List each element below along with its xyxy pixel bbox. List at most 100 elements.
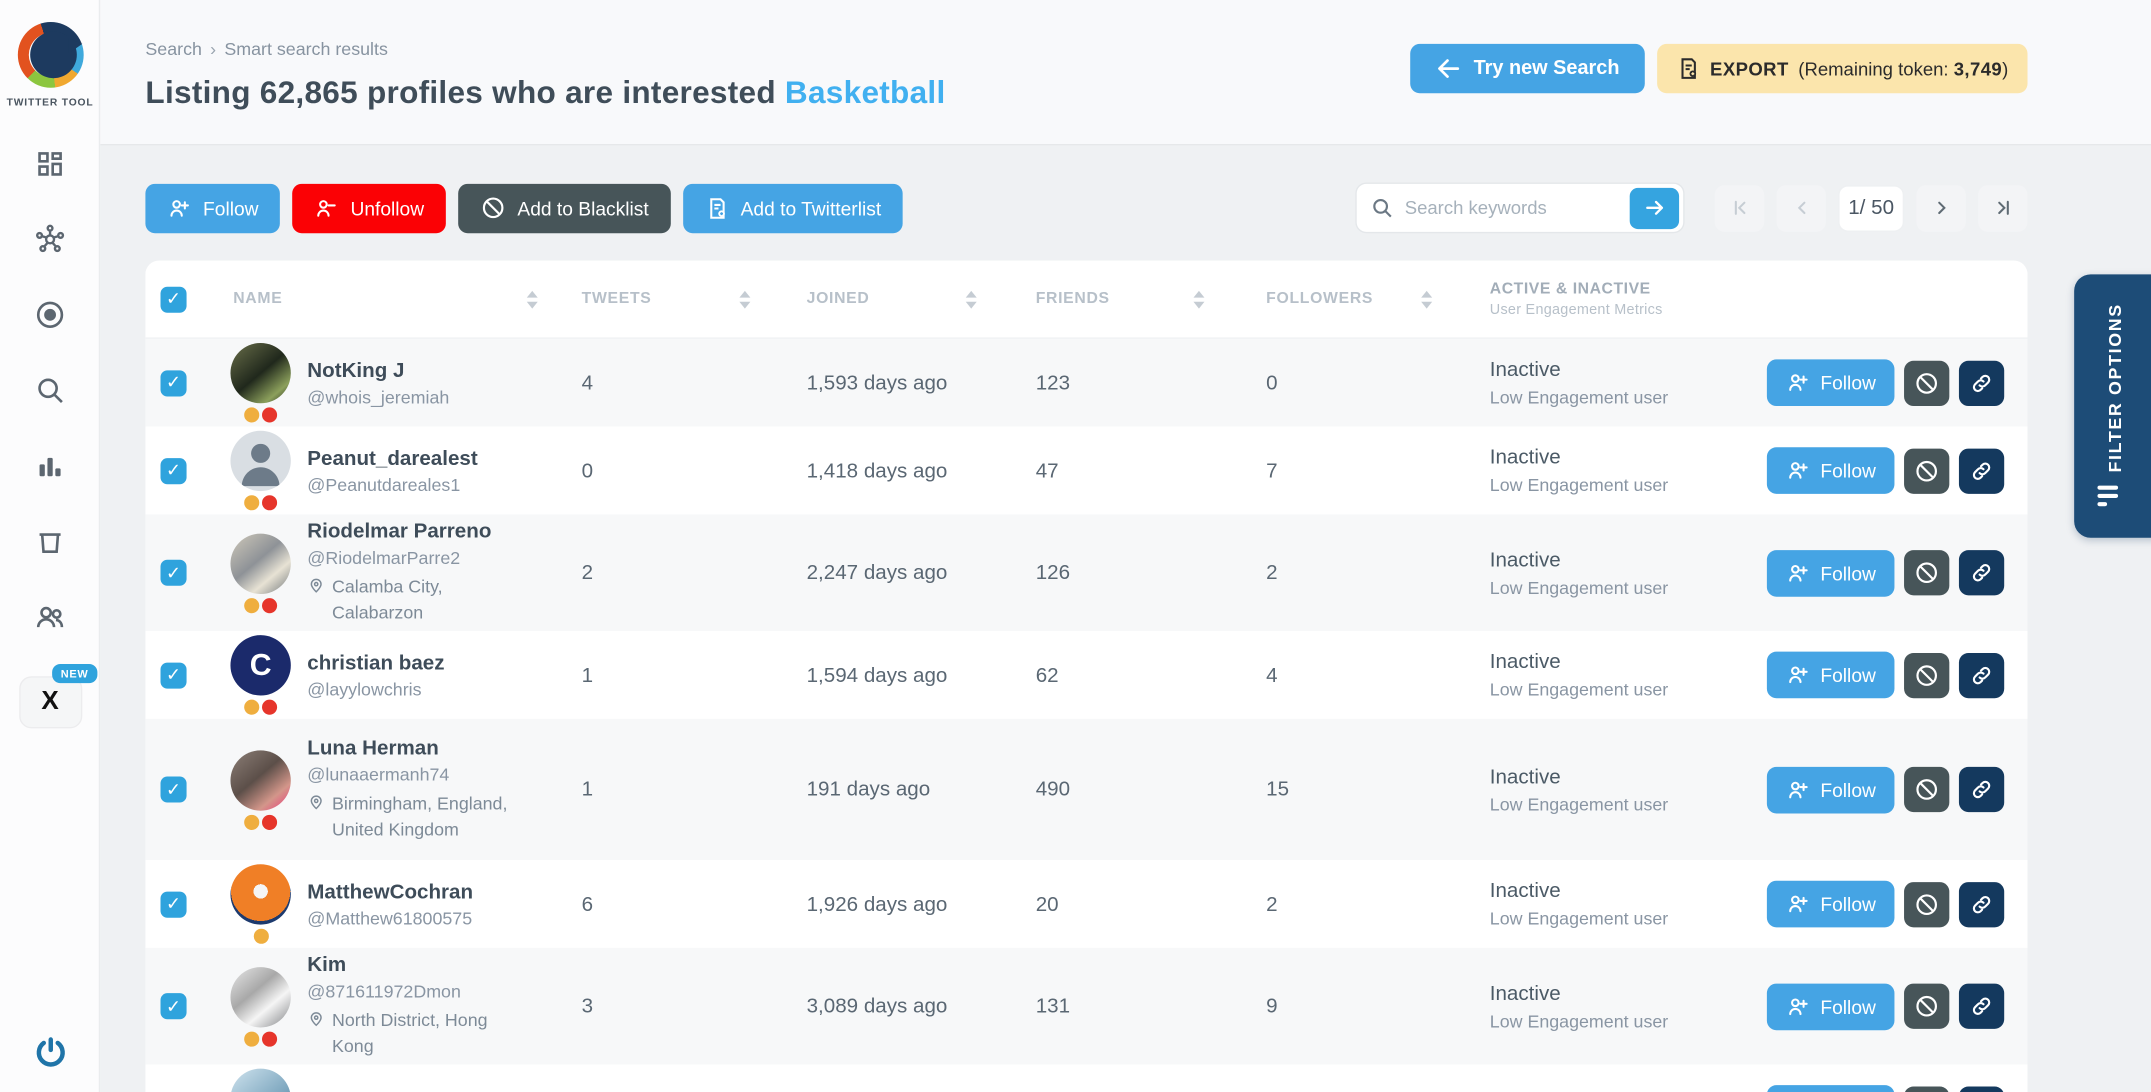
row-blacklist-button[interactable] (1905, 984, 1950, 1029)
row-follow-button[interactable]: Follow (1767, 1085, 1895, 1092)
ban-icon (1914, 776, 1940, 802)
row-blacklist-button[interactable] (1905, 360, 1950, 405)
breadcrumb-section[interactable]: Search (145, 38, 202, 59)
row-follow-button[interactable]: Follow (1767, 652, 1895, 699)
export-button[interactable]: EXPORT (Remaining token: 3,749) (1657, 44, 2028, 93)
table-row: ✓Cchristian baez@layylowchris11,594 days… (145, 631, 2027, 719)
location-pin-icon (307, 792, 325, 810)
table-row: ✓Kim@871611972DmonNorth District, Hong K… (145, 948, 2027, 1065)
row-checkbox[interactable]: ✓ (161, 370, 187, 396)
search-submit-button[interactable] (1630, 187, 1679, 228)
analytics-icon[interactable] (34, 450, 66, 482)
profile-cell: Jamal King (211, 1069, 557, 1092)
select-all-checkbox[interactable]: ✓ (161, 286, 187, 312)
add-to-twitterlist-button[interactable]: Add to Twitterlist (683, 183, 903, 232)
dashboard-icon[interactable] (34, 148, 66, 180)
row-blacklist-button[interactable] (1905, 448, 1950, 493)
status-detail: Low Engagement user (1490, 679, 1751, 700)
profile-name: Luna Herman (307, 736, 526, 759)
row-follow-button[interactable]: Follow (1767, 881, 1895, 928)
unfollow-bulk-button[interactable]: Unfollow (293, 183, 446, 232)
row-checkbox[interactable]: ✓ (161, 993, 187, 1019)
first-page-button[interactable] (1715, 185, 1764, 232)
sort-followers[interactable] (1421, 290, 1432, 308)
engagement-dot (244, 597, 259, 612)
row-checkbox[interactable]: ✓ (161, 776, 187, 802)
ban-icon (1914, 370, 1940, 396)
network-icon[interactable] (34, 224, 66, 256)
trash-icon[interactable] (34, 525, 66, 557)
add-to-blacklist-button[interactable]: Add to Blacklist (458, 183, 670, 232)
row-checkbox[interactable]: ✓ (161, 457, 187, 483)
sort-tweets[interactable] (739, 290, 750, 308)
logout-button[interactable] (0, 1034, 100, 1070)
profile-name: MatthewCochran (307, 880, 473, 903)
status-detail: Low Engagement user (1490, 475, 1751, 496)
next-page-button[interactable] (1916, 185, 1965, 232)
table-row: ✓MatthewCochran@Matthew6180057561,926 da… (145, 860, 2027, 948)
row-blacklist-button[interactable] (1905, 652, 1950, 697)
row-checkbox[interactable]: ✓ (161, 891, 187, 917)
link-icon (1971, 995, 1994, 1018)
engagement-dots (244, 597, 277, 612)
engagement-dots (244, 1031, 277, 1046)
row-blacklist-button[interactable] (1905, 1086, 1950, 1092)
engagement-dots (244, 407, 277, 422)
sort-friends[interactable] (1193, 290, 1204, 308)
row-profile-link-button[interactable] (1960, 984, 2005, 1029)
sort-joined[interactable] (966, 290, 977, 308)
status-detail: Low Engagement user (1490, 794, 1751, 815)
col-followers: FOLLOWERS (1266, 291, 1373, 307)
row-checkbox[interactable]: ✓ (161, 560, 187, 586)
location-pin-icon (307, 1009, 325, 1027)
twitter-tool-logo-icon (17, 22, 83, 88)
last-page-button[interactable] (1978, 185, 2027, 232)
export-note: (Remaining token: 3,749) (1798, 58, 2008, 79)
col-joined: JOINED (807, 291, 870, 307)
row-follow-button[interactable]: Follow (1767, 549, 1895, 596)
sort-name[interactable] (527, 290, 538, 308)
row-checkbox[interactable]: ✓ (161, 662, 187, 688)
avatar-block (230, 1069, 290, 1092)
results-table: ✓ NAME TWEETS JOINED FRIENDS FOLLOWERS A… (145, 261, 2027, 1092)
row-blacklist-button[interactable] (1905, 881, 1950, 926)
tweets-value: 1 (557, 663, 770, 686)
filter-options-tab[interactable]: FILTER OPTIONS (2074, 274, 2151, 537)
link-icon (1971, 663, 1994, 686)
status-badge: Inactive (1490, 446, 1751, 469)
prev-page-button[interactable] (1776, 185, 1825, 232)
row-profile-link-button[interactable] (1960, 652, 2005, 697)
header-actions: Try new Search EXPORT (Remaining token: … (1410, 44, 2027, 93)
power-icon (32, 1034, 68, 1070)
row-follow-button[interactable]: Follow (1767, 359, 1895, 406)
followers-value: 7 (1224, 459, 1452, 482)
follow-bulk-button[interactable]: Follow (145, 183, 280, 232)
ban-icon (1914, 891, 1940, 917)
col-friends: FRIENDS (1036, 291, 1110, 307)
search-nav-icon[interactable] (34, 375, 66, 407)
row-follow-button[interactable]: Follow (1767, 766, 1895, 813)
status-badge: Inactive (1490, 879, 1751, 902)
audience-target-icon[interactable] (34, 299, 66, 331)
row-profile-link-button[interactable] (1960, 550, 2005, 595)
search-input[interactable] (1394, 198, 1630, 219)
row-profile-link-button[interactable] (1960, 448, 2005, 493)
row-follow-button[interactable]: Follow (1767, 447, 1895, 494)
x-twitter-nav-item[interactable]: X NEW (19, 676, 82, 728)
bulk-actions: Follow Unfollow Add to Blacklist Add to … (145, 183, 903, 232)
users-icon[interactable] (34, 601, 66, 633)
row-profile-link-button[interactable] (1960, 767, 2005, 812)
arrow-left-icon (1435, 55, 1462, 82)
status-cell: Inactive Low Engagement user (1451, 446, 1750, 495)
row-blacklist-button[interactable] (1905, 550, 1950, 595)
status-badge: Inactive (1490, 548, 1751, 571)
status-detail: Low Engagement user (1490, 387, 1751, 408)
row-profile-link-button[interactable] (1960, 1086, 2005, 1092)
row-follow-button[interactable]: Follow (1767, 983, 1895, 1030)
engagement-dot (262, 495, 277, 510)
app-logo[interactable]: TWITTER TOOL (0, 22, 100, 108)
try-new-search-button[interactable]: Try new Search (1410, 44, 1644, 93)
row-profile-link-button[interactable] (1960, 360, 2005, 405)
row-profile-link-button[interactable] (1960, 881, 2005, 926)
row-blacklist-button[interactable] (1905, 767, 1950, 812)
